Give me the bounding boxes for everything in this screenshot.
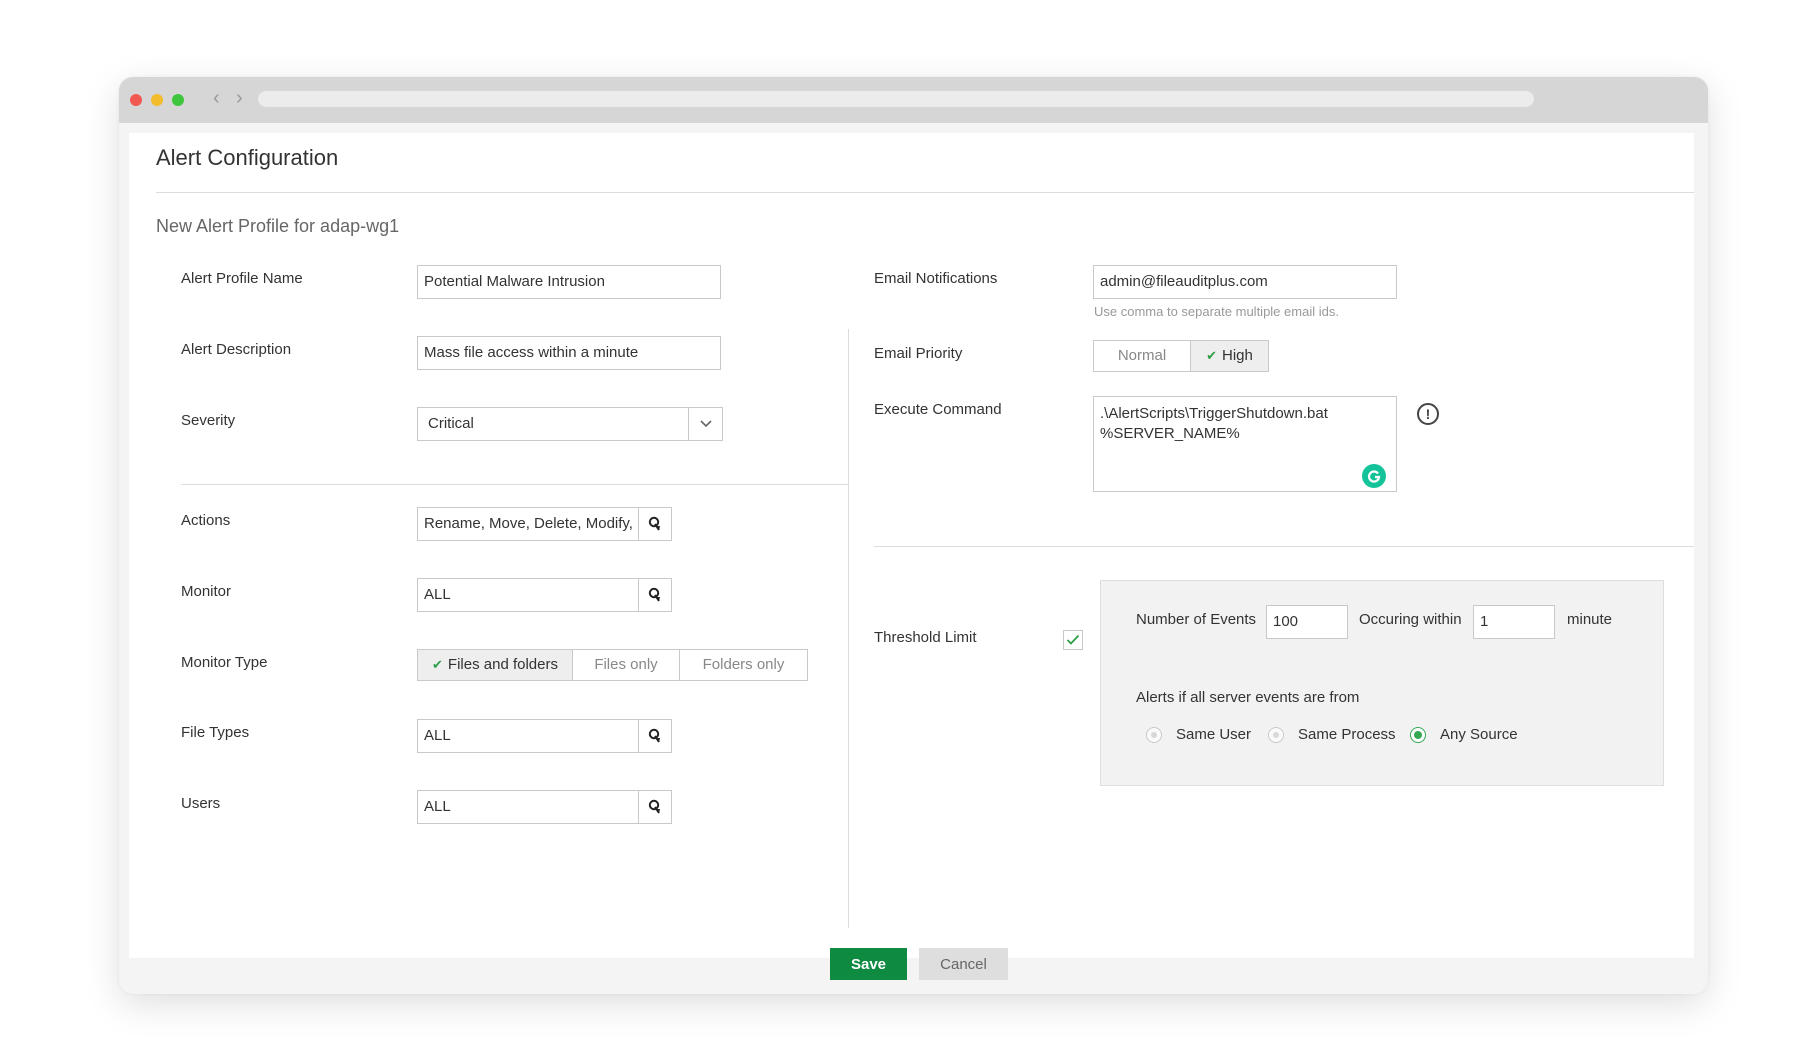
event-source-label: Alerts if all server events are from [1136,689,1360,706]
same-user-label: Same User [1176,726,1252,743]
page-title: Alert Configuration [156,145,339,170]
title-divider [156,192,1694,193]
monitor-select-icon[interactable] [638,579,671,611]
email-notifications-label: Email Notifications [874,270,998,287]
number-of-events-label: Number of Events [1136,611,1257,628]
browser-titlebar: ‹ › [119,77,1708,123]
severity-select[interactable]: Critical [417,407,723,441]
cancel-button[interactable]: Cancel [919,948,1008,980]
severity-label: Severity [181,412,236,429]
email-hint: Use comma to separate multiple email ids… [1094,304,1339,319]
email-input[interactable]: admin@fileauditplus.com [1093,265,1397,299]
users-value: ALL [424,798,451,815]
description-input[interactable]: Mass file access within a minute [417,336,721,370]
threshold-limit-label: Threshold Limit [874,629,977,646]
actions-select-icon[interactable] [638,508,671,540]
radio-same-process[interactable] [1268,727,1284,743]
email-priority-segmented-control: Normal ✔ High [1093,340,1269,372]
left-section-divider [181,484,848,485]
actions-value: Rename, Move, Delete, Modify, Create [424,515,635,532]
threshold-checkbox[interactable] [1063,630,1083,650]
occuring-within-label: Occuring within [1359,611,1462,628]
profile-name-input[interactable]: Potential Malware Intrusion [417,265,721,299]
close-window-dot[interactable] [130,94,142,106]
email-priority-label: Email Priority [874,345,963,362]
check-icon: ✔ [432,657,443,672]
profile-name-label: Alert Profile Name [181,270,303,287]
back-arrow-icon[interactable]: ‹ [213,87,220,109]
command-line-2: %SERVER_NAME% [1100,425,1240,442]
radio-same-user[interactable] [1146,727,1162,743]
right-section-divider [874,546,1694,547]
alert-configuration-page: Alert Configuration New Alert Profile fo… [129,133,1694,980]
chevron-down-icon[interactable] [688,408,722,440]
file-types-value: ALL [424,727,451,744]
save-button[interactable]: Save [830,948,907,980]
actions-picker[interactable]: Rename, Move, Delete, Modify, Create [417,507,672,541]
column-divider [848,329,849,928]
grammarly-icon[interactable] [1362,464,1386,488]
monitor-type-label: Monitor Type [181,654,268,671]
monitor-picker[interactable]: ALL [417,578,672,612]
maximize-window-dot[interactable] [172,94,184,106]
monitor-type-segmented-control: ✔ Files and folders Files only Folders o… [417,649,808,681]
minute-unit-label: minute [1567,611,1613,628]
description-label: Alert Description [181,341,292,358]
browser-window: ‹ › Alert Configuration New Alert Profil… [119,77,1708,994]
execute-command-label: Execute Command [874,401,1002,418]
priority-normal[interactable]: Normal [1094,341,1191,371]
file-types-label: File Types [181,724,250,741]
forward-arrow-icon[interactable]: › [236,87,243,109]
command-line-1: .\AlertScripts\TriggerShutdown.bat [1100,405,1328,422]
users-label: Users [181,795,221,812]
monitor-value: ALL [424,586,451,603]
monitor-label: Monitor [181,583,232,600]
minimize-window-dot[interactable] [151,94,163,106]
threshold-settings-panel: Number of Events 100 Occuring within 1 m… [1100,580,1664,786]
monitor-type-files-only[interactable]: Files only [573,650,680,680]
users-picker[interactable]: ALL [417,790,672,824]
execute-command-textarea[interactable]: .\AlertScripts\TriggerShutdown.bat %SERV… [1093,396,1397,492]
same-process-label: Same Process [1298,726,1396,743]
number-of-events-input[interactable]: 100 [1266,605,1348,639]
priority-high[interactable]: ✔ High [1191,341,1268,371]
users-select-icon[interactable] [638,791,671,823]
file-types-picker[interactable]: ALL [417,719,672,753]
radio-any-source[interactable] [1410,727,1426,743]
actions-label: Actions [181,512,231,529]
page-subtitle: New Alert Profile for adap-wg1 [156,216,400,236]
any-source-label: Any Source [1440,726,1518,743]
info-icon[interactable]: ! [1417,403,1439,425]
address-bar[interactable] [258,91,1534,107]
file-types-select-icon[interactable] [638,720,671,752]
check-icon: ✔ [1206,348,1218,363]
monitor-type-files-and-folders[interactable]: ✔ Files and folders [418,650,573,680]
severity-value: Critical [428,415,474,432]
monitor-type-folders-only[interactable]: Folders only [680,650,807,680]
occuring-within-input[interactable]: 1 [1473,605,1555,639]
